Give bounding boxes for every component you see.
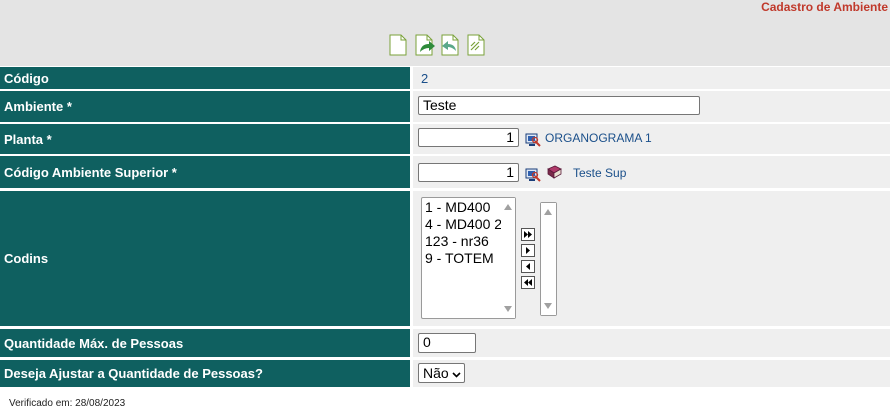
codins-label: Codins — [0, 191, 410, 326]
move-all-left-button[interactable] — [521, 276, 535, 289]
ambiente-superior-cell: 1 Teste Sup — [413, 156, 890, 188]
lookup-icon[interactable] — [525, 166, 542, 183]
page-title: Cadastro de Ambiente — [761, 0, 888, 14]
form-row-qtd-max: Quantidade Máx. de Pessoas 0 — [0, 329, 890, 357]
new-document-icon[interactable] — [389, 34, 407, 56]
chevron-down-icon — [452, 365, 461, 381]
codins-cell: 1 - MD400 4 - MD400 2 123 - nr36 9 - TOT… — [413, 191, 890, 326]
form-row-ajustar: Deseja Ajustar a Quantidade de Pessoas? … — [0, 360, 890, 387]
move-all-right-button[interactable] — [521, 228, 535, 241]
qtd-max-label: Quantidade Máx. de Pessoas — [0, 329, 410, 357]
planta-link[interactable]: ORGANOGRAMA 1 — [545, 131, 652, 145]
ajustar-select[interactable]: Não — [418, 363, 465, 383]
scroll-down-icon[interactable] — [504, 306, 512, 312]
scrollbar[interactable] — [501, 198, 515, 318]
back-document-icon[interactable] — [441, 34, 459, 56]
planta-cell: 1 ORGANOGRAMA 1 — [413, 124, 890, 154]
scroll-up-icon[interactable] — [504, 204, 512, 210]
qtd-max-cell: 0 — [413, 329, 890, 357]
form-row-codins: Codins 1 - MD400 4 - MD400 2 123 - nr36 … — [0, 191, 890, 326]
planta-input[interactable]: 1 — [418, 128, 519, 147]
scroll-up-icon[interactable] — [544, 209, 552, 215]
ajustar-cell: Não — [413, 360, 890, 387]
search-document-icon[interactable] — [467, 34, 485, 56]
ajustar-selected-value: Não — [423, 365, 449, 381]
codigo-value: 2 — [421, 70, 429, 86]
codins-selected-list[interactable] — [540, 202, 557, 316]
form-row-planta: Planta * 1 ORGANOGRAMA 1 — [0, 124, 890, 154]
codigo-label: Código — [0, 67, 410, 89]
ambiente-superior-input[interactable]: 1 — [418, 163, 519, 182]
planta-label: Planta * — [0, 124, 410, 154]
toolbar — [389, 34, 485, 58]
save-document-icon[interactable] — [415, 34, 435, 56]
qtd-max-input[interactable]: 0 — [418, 333, 476, 353]
ambiente-superior-link[interactable]: Teste Sup — [573, 166, 626, 180]
codins-available-list[interactable]: 1 - MD400 4 - MD400 2 123 - nr36 9 - TOT… — [421, 197, 516, 319]
lookup-icon[interactable] — [525, 131, 542, 148]
move-right-button[interactable] — [521, 244, 535, 257]
ambiente-label: Ambiente * — [0, 91, 410, 122]
book-icon[interactable] — [546, 164, 563, 181]
form-row-codigo: Código 2 — [0, 67, 890, 89]
ambiente-superior-label: Código Ambiente Superior * — [0, 156, 410, 188]
ambiente-cell: Teste — [413, 91, 890, 122]
scrollbar[interactable] — [541, 203, 556, 315]
scroll-down-icon[interactable] — [544, 303, 552, 309]
ambiente-input[interactable]: Teste — [418, 96, 700, 115]
move-left-button[interactable] — [521, 260, 535, 273]
ajustar-label: Deseja Ajustar a Quantidade de Pessoas? — [0, 360, 410, 387]
codigo-cell: 2 — [413, 67, 890, 89]
form-row-ambiente-superior: Código Ambiente Superior * 1 Teste Sup — [0, 156, 890, 188]
verified-date: Verificado em: 28/08/2023 — [9, 398, 126, 409]
form-row-ambiente: Ambiente * Teste — [0, 91, 890, 122]
